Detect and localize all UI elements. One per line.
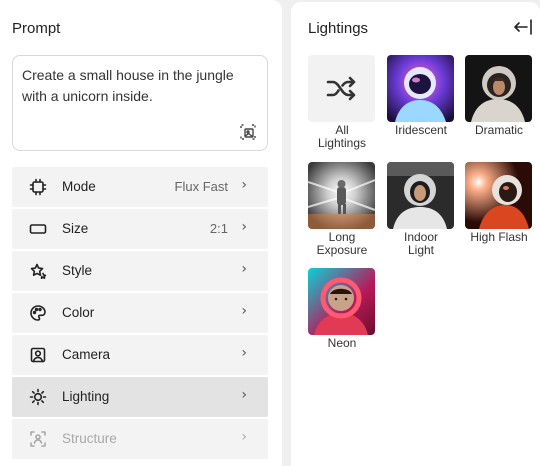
thumbnail: [387, 55, 454, 122]
menu-item-size[interactable]: Size 2:1 ›: [12, 209, 268, 249]
lighting-option-all[interactable]: All Lightings: [308, 55, 376, 149]
lighting-option-label: Dramatic: [474, 123, 523, 137]
camera-portrait-icon: [29, 346, 47, 364]
lightings-title: Lightings: [308, 20, 369, 37]
thumbnail: [465, 55, 532, 122]
astronaut-iridescent-image: [387, 55, 454, 122]
menu-item-color[interactable]: Color ›: [12, 293, 268, 333]
stars-icon: [29, 262, 47, 280]
menu-item-camera[interactable]: Camera ›: [12, 335, 268, 375]
lightings-panel: Lightings All Lightings Iridescent Drama…: [291, 2, 540, 466]
astronaut-indoor-light-image: [387, 162, 454, 229]
image-upload-icon[interactable]: [239, 123, 257, 141]
shuffle-icon: [326, 76, 356, 101]
menu-item-label: Lighting: [62, 389, 110, 404]
chevron-right-icon: ›: [241, 219, 247, 235]
thumbnail: [387, 162, 454, 229]
chevron-right-icon: ›: [241, 387, 247, 403]
lighting-option-indoor-light[interactable]: Indoor Light: [387, 162, 455, 256]
prompt-text[interactable]: Create a small house in the jungle with …: [22, 65, 258, 107]
lighting-option-high-flash[interactable]: High Flash: [465, 162, 533, 244]
rectangle-icon: [29, 220, 47, 238]
menu-item-mode[interactable]: Mode Flux Fast ›: [12, 167, 268, 207]
lighting-option-label: Iridescent: [394, 123, 448, 137]
lighting-option-label: All Lightings: [317, 123, 367, 150]
prompt-panel: Prompt Create a small house in the jungl…: [0, 0, 282, 466]
menu-item-style[interactable]: Style ›: [12, 251, 268, 291]
menu-item-value: 2:1: [209, 221, 228, 236]
sun-icon: [29, 388, 47, 406]
chevron-right-icon: ›: [241, 261, 247, 277]
chevron-right-icon: ›: [241, 345, 247, 361]
chevron-right-icon: ›: [241, 429, 247, 445]
lighting-option-label: Indoor Light: [403, 230, 439, 257]
menu-item-label: Mode: [62, 179, 96, 194]
menu-item-lighting[interactable]: Lighting ›: [12, 377, 268, 417]
thumbnail: [308, 162, 375, 229]
lighting-option-label: Neon: [327, 336, 357, 350]
menu-item-label: Structure: [62, 431, 117, 446]
lighting-option-label: Long Exposure: [316, 230, 368, 257]
palette-icon: [29, 304, 47, 322]
menu-item-label: Size: [62, 221, 89, 236]
chevron-right-icon: ›: [241, 177, 247, 193]
collapse-panel-icon[interactable]: [513, 18, 533, 36]
thumbnail: [308, 268, 375, 335]
astronaut-high-flash-image: [465, 162, 532, 229]
astronaut-neon-image: [308, 268, 375, 335]
lighting-option-neon[interactable]: Neon: [308, 268, 376, 350]
prompt-textarea[interactable]: Create a small house in the jungle with …: [12, 55, 268, 151]
lighting-option-long-exposure[interactable]: Long Exposure: [308, 162, 376, 256]
lighting-option-dramatic[interactable]: Dramatic: [465, 55, 533, 137]
menu-item-value: Flux Fast: [174, 179, 228, 194]
thumbnail: [308, 55, 375, 122]
thumbnail: [465, 162, 532, 229]
menu-item-label: Camera: [62, 347, 111, 362]
astronaut-dramatic-image: [465, 55, 532, 122]
chip-icon: [29, 178, 47, 196]
lighting-option-label: High Flash: [470, 230, 528, 244]
lighting-option-iridescent[interactable]: Iridescent: [387, 55, 455, 137]
menu-item-label: Style: [62, 263, 93, 278]
prompt-title: Prompt: [12, 20, 61, 37]
chevron-right-icon: ›: [241, 303, 247, 319]
astronaut-long-exposure-image: [308, 162, 375, 229]
menu-item-label: Color: [62, 305, 95, 320]
structure-icon: [29, 430, 47, 448]
menu-item-structure[interactable]: Structure ›: [12, 419, 268, 459]
